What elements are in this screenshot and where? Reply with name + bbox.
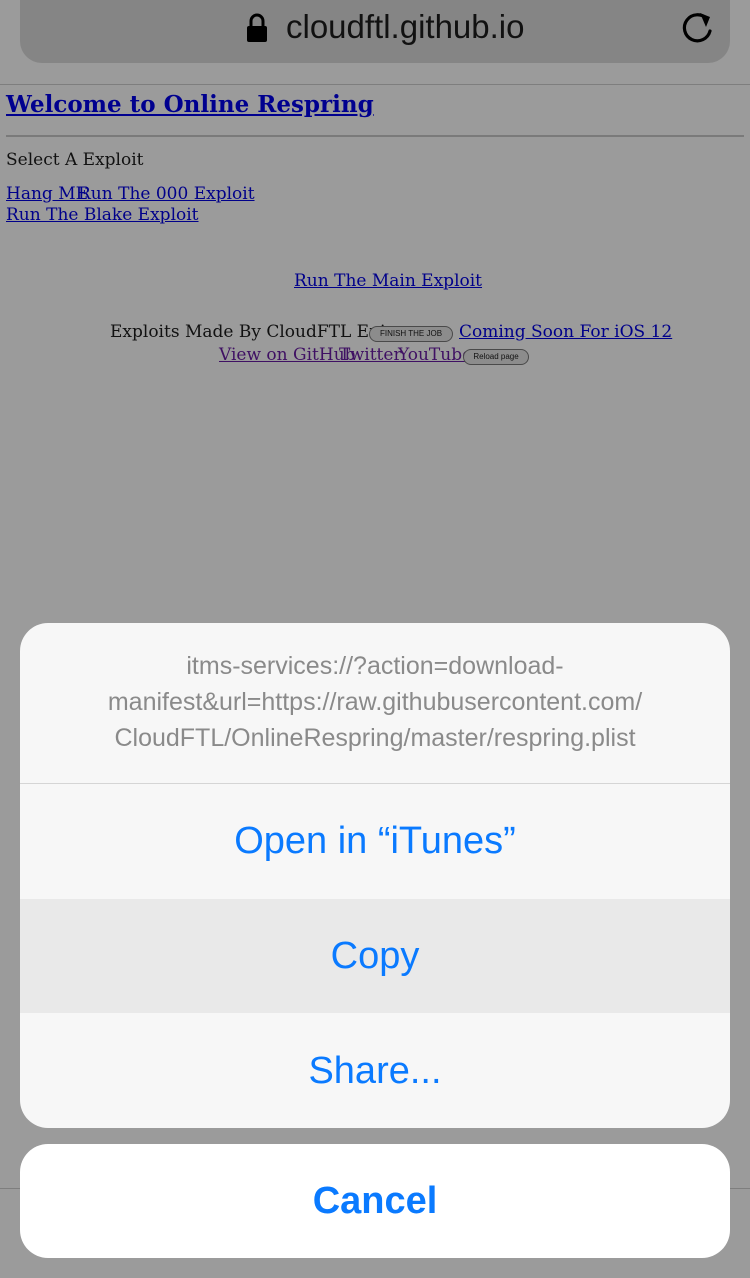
- message-line: itms-services://?action=download-: [186, 652, 564, 680]
- coming-soon-link[interactable]: Coming Soon For iOS 12: [459, 322, 672, 342]
- share-button[interactable]: Share...: [20, 1014, 730, 1128]
- youtube-link[interactable]: YouTube: [398, 345, 472, 365]
- open-in-itunes-button[interactable]: Open in “iTunes”: [20, 784, 730, 898]
- finish-the-job-button[interactable]: FINISH THE JOB: [369, 326, 453, 342]
- lock-icon: [247, 13, 267, 42]
- action-sheet-message: itms-services://?action=download- manife…: [20, 623, 730, 784]
- run-blake-exploit-link[interactable]: Run The Blake Exploit: [6, 205, 199, 225]
- twitter-link[interactable]: Twitter: [339, 345, 402, 365]
- credit-text: Exploits Made By CloudFTL Enjoy: [110, 322, 406, 342]
- copy-button[interactable]: Copy: [20, 899, 730, 1013]
- reload-page-button[interactable]: Reload page: [463, 349, 529, 365]
- action-sheet: itms-services://?action=download- manife…: [20, 623, 730, 1128]
- select-exploit-label: Select A Exploit: [6, 150, 144, 170]
- url-text: cloudftl.github.io: [286, 8, 525, 45]
- cancel-button[interactable]: Cancel: [20, 1144, 730, 1258]
- run-000-exploit-link[interactable]: Run The 000 Exploit: [78, 184, 255, 204]
- reload-icon[interactable]: [679, 9, 715, 47]
- url-field[interactable]: cloudftl.github.io: [20, 0, 730, 63]
- page-title-link[interactable]: Welcome to Online Respring: [6, 91, 374, 118]
- hang-me-link[interactable]: Hang ME: [6, 184, 88, 204]
- address-bar: cloudftl.github.io: [0, 0, 750, 85]
- message-line: manifest&url=https://raw.githubuserconte…: [107, 688, 643, 716]
- run-main-exploit-link[interactable]: Run The Main Exploit: [294, 271, 482, 291]
- view-on-github-link[interactable]: View on GitHub: [219, 345, 356, 365]
- divider: [6, 135, 744, 137]
- message-line: CloudFTL/OnlineRespring/master/respring.…: [114, 724, 636, 752]
